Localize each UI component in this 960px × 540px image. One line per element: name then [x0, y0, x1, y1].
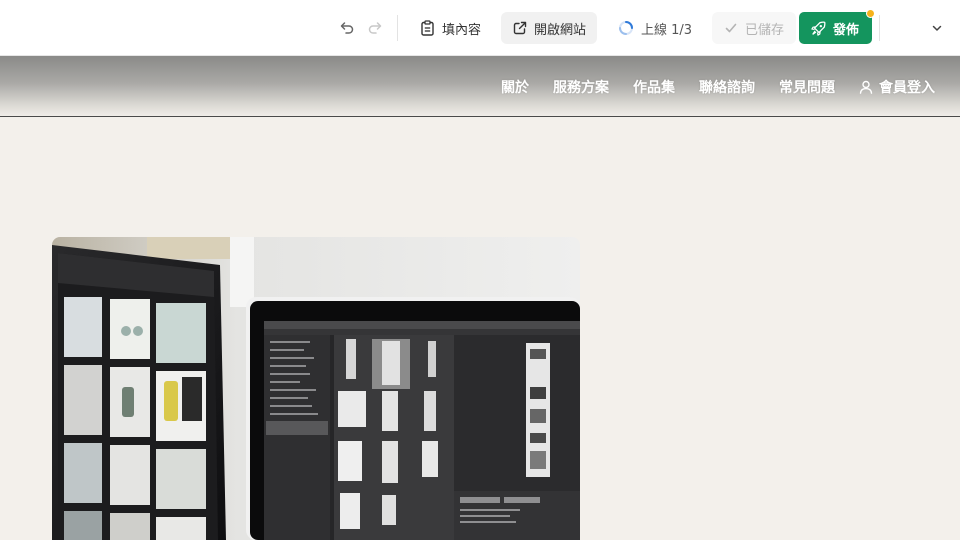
online-status: 上線 1/3 [618, 13, 692, 43]
nav-link-portfolio[interactable]: 作品集 [633, 77, 675, 97]
user-icon [859, 80, 873, 94]
more-menu-button[interactable] [928, 18, 946, 38]
nav-link-faq[interactable]: 常見問題 [779, 77, 835, 97]
open-site-button[interactable]: 開啟網站 [501, 12, 598, 44]
hero-image [52, 237, 580, 540]
external-link-icon [513, 21, 527, 35]
unpublished-changes-badge [866, 9, 875, 18]
clipboard-icon [421, 20, 434, 36]
publish-button[interactable]: 發佈 [799, 9, 875, 44]
spinner-icon [619, 21, 633, 35]
saved-label: 已儲存 [745, 22, 785, 38]
monitors-photo [52, 237, 580, 540]
redo-icon [368, 22, 382, 34]
check-icon [725, 23, 737, 33]
redo-button[interactable] [364, 17, 386, 39]
open-site-label: 開啟網站 [534, 22, 587, 38]
member-login-label: 會員登入 [879, 80, 935, 96]
toolbar-divider [397, 15, 398, 41]
nav-link-services[interactable]: 服務方案 [553, 77, 609, 97]
chevron-down-icon [932, 25, 942, 31]
site-header: 關於 服務方案 作品集 聯絡諮詢 常見問題 會員登入 [0, 56, 960, 117]
saved-button: 已儲存 [712, 12, 796, 44]
rocket-icon [811, 21, 826, 36]
toolbar-divider [879, 15, 880, 41]
fill-content-button[interactable]: 填內容 [416, 13, 485, 43]
fill-content-label: 填內容 [442, 22, 482, 38]
nav-link-contact[interactable]: 聯絡諮詢 [699, 77, 755, 97]
editor-toolbar: 填內容 開啟網站 上線 1/3 已儲存 發佈 [0, 0, 960, 56]
undo-button[interactable] [336, 17, 358, 39]
nav-link-about[interactable]: 關於 [501, 77, 529, 97]
publish-label: 發佈 [833, 22, 860, 38]
undo-icon [340, 22, 354, 34]
online-status-label: 上線 1/3 [641, 22, 693, 38]
nav-link-member-login[interactable]: 會員登入 [859, 77, 935, 97]
